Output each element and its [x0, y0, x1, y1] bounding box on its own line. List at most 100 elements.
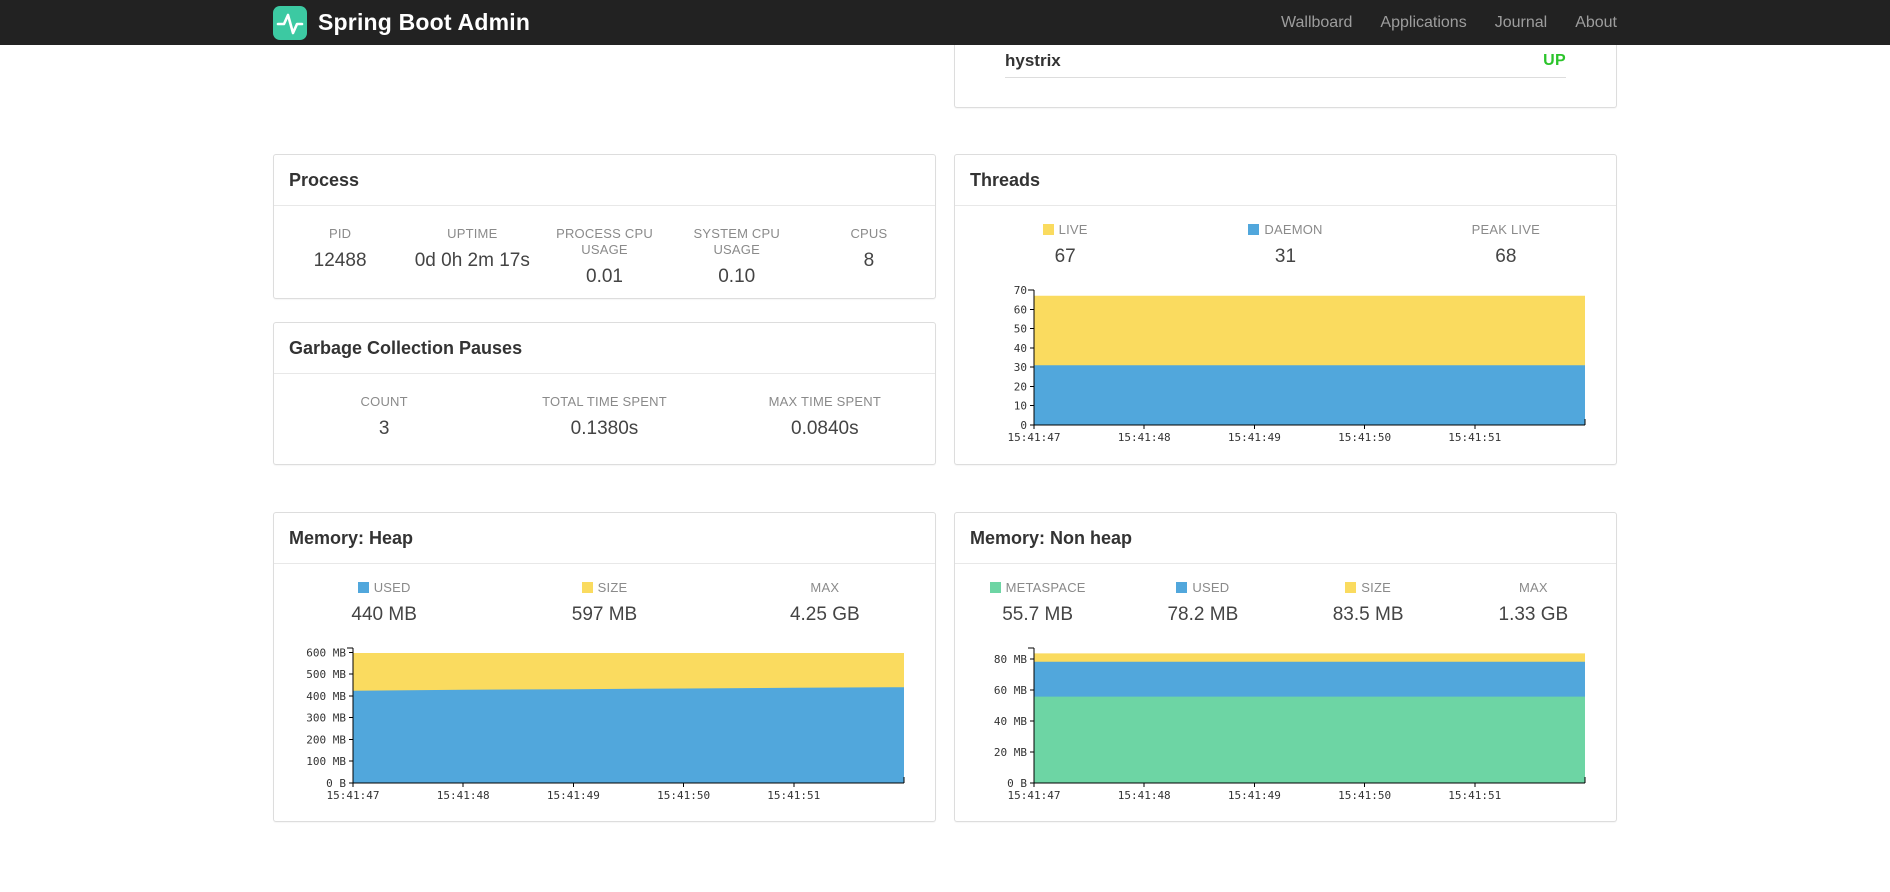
stat-label: SYSTEM CPU USAGE	[693, 226, 780, 257]
stat-label: USED	[1120, 580, 1285, 596]
legend-swatch-live	[1042, 224, 1054, 235]
stat-threads-peak: PEAK LIVE 68	[1396, 222, 1616, 268]
memory-heap-panel: Memory: Heap USED 440 MB SIZE 597 MB MAX	[273, 512, 936, 822]
stat-threads-daemon: DAEMON 31	[1175, 222, 1395, 268]
svg-text:15:41:48: 15:41:48	[437, 789, 490, 802]
svg-text:10: 10	[1014, 400, 1027, 413]
stat-heap-max: MAX 4.25 GB	[715, 580, 935, 626]
stat-value: 68	[1495, 246, 1517, 267]
stat-value: 0.0840s	[791, 418, 859, 439]
stat-value: 597 MB	[571, 604, 638, 625]
health-row-hystrix: hystrix UP	[1005, 45, 1566, 78]
svg-text:60 MB: 60 MB	[994, 684, 1027, 697]
stat-threads-live: LIVE 67	[955, 222, 1175, 268]
svg-text:30: 30	[1014, 361, 1027, 374]
memory-heap-legend: USED 440 MB SIZE 597 MB MAX 4.25 GB	[274, 564, 935, 626]
legend-label: METASPACE	[1005, 580, 1086, 595]
stat-heap-used: USED 440 MB	[274, 580, 494, 626]
svg-text:200 MB: 200 MB	[306, 733, 346, 746]
stat-label: METASPACE	[955, 580, 1120, 596]
threads-panel-title: Threads	[970, 170, 1041, 190]
process-panel-heading: Process	[274, 155, 935, 206]
stat-value: 83.5 MB	[1332, 604, 1404, 625]
stat-process-cpu: PROCESS CPU USAGE 0.01	[538, 226, 670, 288]
threads-legend: LIVE 67 DAEMON 31 PEAK LIVE 68	[955, 206, 1616, 268]
stat-nonheap-metaspace: METASPACE 55.7 MB	[955, 580, 1120, 626]
app-logo-icon	[273, 5, 307, 40]
stat-value: 78.2 MB	[1167, 604, 1239, 625]
legend-swatch-used	[1176, 582, 1188, 593]
process-stats: PID 12488 UPTIME 0d 0h 2m 17s PROCESS CP…	[274, 206, 935, 288]
stat-value: 31	[1274, 246, 1297, 267]
svg-text:15:41:49: 15:41:49	[1228, 431, 1281, 444]
process-panel-title: Process	[289, 170, 360, 190]
nav-link-journal[interactable]: Journal	[1495, 14, 1547, 32]
stat-value: 0d 0h 2m 17s	[414, 250, 530, 271]
svg-text:15:41:47: 15:41:47	[1008, 431, 1061, 444]
svg-text:40 MB: 40 MB	[994, 715, 1027, 728]
stat-label: MAX TIME SPENT	[768, 394, 881, 409]
right-column: hystrix UP Threads LIVE 67 DAEMON 31 PEA…	[954, 45, 1617, 822]
stat-value: 8	[863, 250, 875, 271]
svg-text:600 MB: 600 MB	[306, 646, 346, 659]
stat-nonheap-max: MAX 1.33 GB	[1451, 580, 1616, 626]
svg-text:60: 60	[1014, 303, 1027, 316]
threads-chart: 01020304050607015:41:47 15:41:48 15:41:49 1…	[1008, 284, 1586, 444]
legend-swatch-used	[357, 582, 369, 593]
stat-gc-max-time: MAX TIME SPENT 0.0840s	[715, 394, 935, 440]
legend-label: USED	[373, 580, 411, 595]
gc-stats: COUNT 3 TOTAL TIME SPENT 0.1380s MAX TIM…	[274, 374, 935, 440]
svg-text:300 MB: 300 MB	[306, 712, 346, 725]
threads-panel: Threads LIVE 67 DAEMON 31 PEAK LIVE 68 0…	[954, 154, 1617, 465]
svg-text:40: 40	[1014, 342, 1027, 355]
stat-label: PROCESS CPU USAGE	[556, 226, 653, 257]
svg-text:70: 70	[1014, 284, 1027, 297]
legend-swatch-size	[1345, 582, 1357, 593]
svg-text:80 MB: 80 MB	[994, 653, 1027, 666]
stat-label: SIZE	[494, 580, 714, 596]
legend-label: SIZE	[1361, 580, 1391, 595]
legend-swatch-metaspace	[989, 582, 1001, 593]
process-panel: Process PID 12488 UPTIME 0d 0h 2m 17s PR…	[273, 154, 936, 299]
stat-value: 1.33 GB	[1498, 604, 1569, 625]
stat-heap-size: SIZE 597 MB	[494, 580, 714, 626]
legend-swatch-size	[581, 582, 593, 593]
svg-text:100 MB: 100 MB	[306, 755, 346, 768]
svg-text:15:41:50: 15:41:50	[1338, 789, 1391, 802]
stat-uptime: UPTIME 0d 0h 2m 17s	[406, 226, 538, 288]
navbar: Spring Boot Admin Wallboard Applications…	[0, 0, 1890, 45]
brand-title: Spring Boot Admin	[318, 9, 531, 35]
stat-gc-total-time: TOTAL TIME SPENT 0.1380s	[494, 394, 714, 440]
stat-label: MAX	[810, 580, 840, 595]
svg-text:15:41:47: 15:41:47	[1008, 789, 1061, 802]
legend-label: USED	[1192, 580, 1230, 595]
legend-label: DAEMON	[1264, 222, 1323, 237]
brand[interactable]: Spring Boot Admin	[273, 5, 531, 40]
gc-panel-title: Garbage Collection Pauses	[289, 338, 523, 358]
nav-link-wallboard[interactable]: Wallboard	[1281, 14, 1352, 32]
nav-link-applications[interactable]: Applications	[1380, 14, 1466, 32]
svg-text:500 MB: 500 MB	[306, 668, 346, 681]
stat-label: TOTAL TIME SPENT	[542, 394, 667, 409]
stat-label: USED	[274, 580, 494, 596]
svg-text:15:41:50: 15:41:50	[1338, 431, 1391, 444]
stat-label: PID	[328, 226, 352, 241]
nav-links: Wallboard Applications Journal About	[1281, 14, 1617, 32]
memory-nonheap-panel: Memory: Non heap METASPACE 55.7 MB USED …	[954, 512, 1617, 822]
nav-link-about[interactable]: About	[1575, 14, 1617, 32]
stat-label: DAEMON	[1175, 222, 1395, 238]
stat-value: 440 MB	[351, 604, 417, 625]
memory-nonheap-panel-title: Memory: Non heap	[970, 528, 1133, 548]
stat-value: 12488	[313, 250, 367, 271]
stat-label: LIVE	[955, 222, 1175, 238]
svg-text:15:41:51: 15:41:51	[767, 789, 820, 802]
health-item-name: hystrix	[1005, 51, 1061, 70]
legend-swatch-daemon	[1248, 224, 1260, 235]
stat-pid: PID 12488	[274, 226, 406, 288]
stat-nonheap-used: USED 78.2 MB	[1120, 580, 1285, 626]
stat-label: MAX	[1518, 580, 1548, 595]
stat-label: SIZE	[1286, 580, 1451, 596]
stat-value: 0.10	[718, 266, 756, 287]
stat-value: 67	[1054, 246, 1076, 267]
memory-nonheap-chart: 0 B20 MB40 MB60 MB80 MB15:41:47 15:41:48 1…	[994, 647, 1586, 802]
